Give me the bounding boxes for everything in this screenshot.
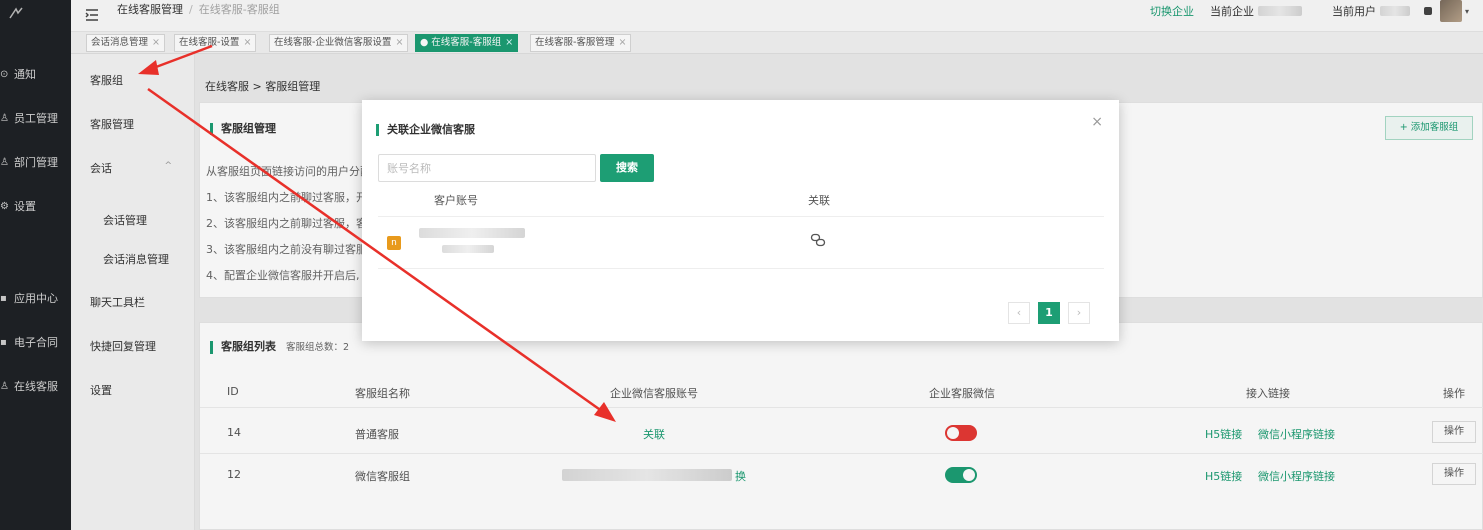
- search-button[interactable]: 搜索: [600, 154, 654, 182]
- close-icon[interactable]: ×: [1091, 114, 1103, 130]
- account-id-redacted: [442, 245, 494, 253]
- associate-wecom-dialog: 关联企业微信客服 × 搜索 客户账号 关联 n ‹ 1 ›: [362, 100, 1119, 341]
- account-name-redacted: [419, 228, 525, 238]
- page-prev-button[interactable]: ‹: [1008, 302, 1030, 324]
- column-header-customer-account: 客户账号: [434, 194, 478, 207]
- account-search-input[interactable]: [378, 154, 596, 182]
- pagination: ‹ 1 ›: [1000, 302, 1090, 324]
- column-header-associate: 关联: [808, 194, 830, 207]
- page-next-button[interactable]: ›: [1068, 302, 1090, 324]
- account-avatar-icon: n: [387, 236, 401, 250]
- dialog-title: 关联企业微信客服: [376, 124, 475, 136]
- divider: [378, 216, 1104, 217]
- divider: [378, 268, 1104, 269]
- link-icon[interactable]: [810, 233, 826, 247]
- page-number-button[interactable]: 1: [1038, 302, 1060, 324]
